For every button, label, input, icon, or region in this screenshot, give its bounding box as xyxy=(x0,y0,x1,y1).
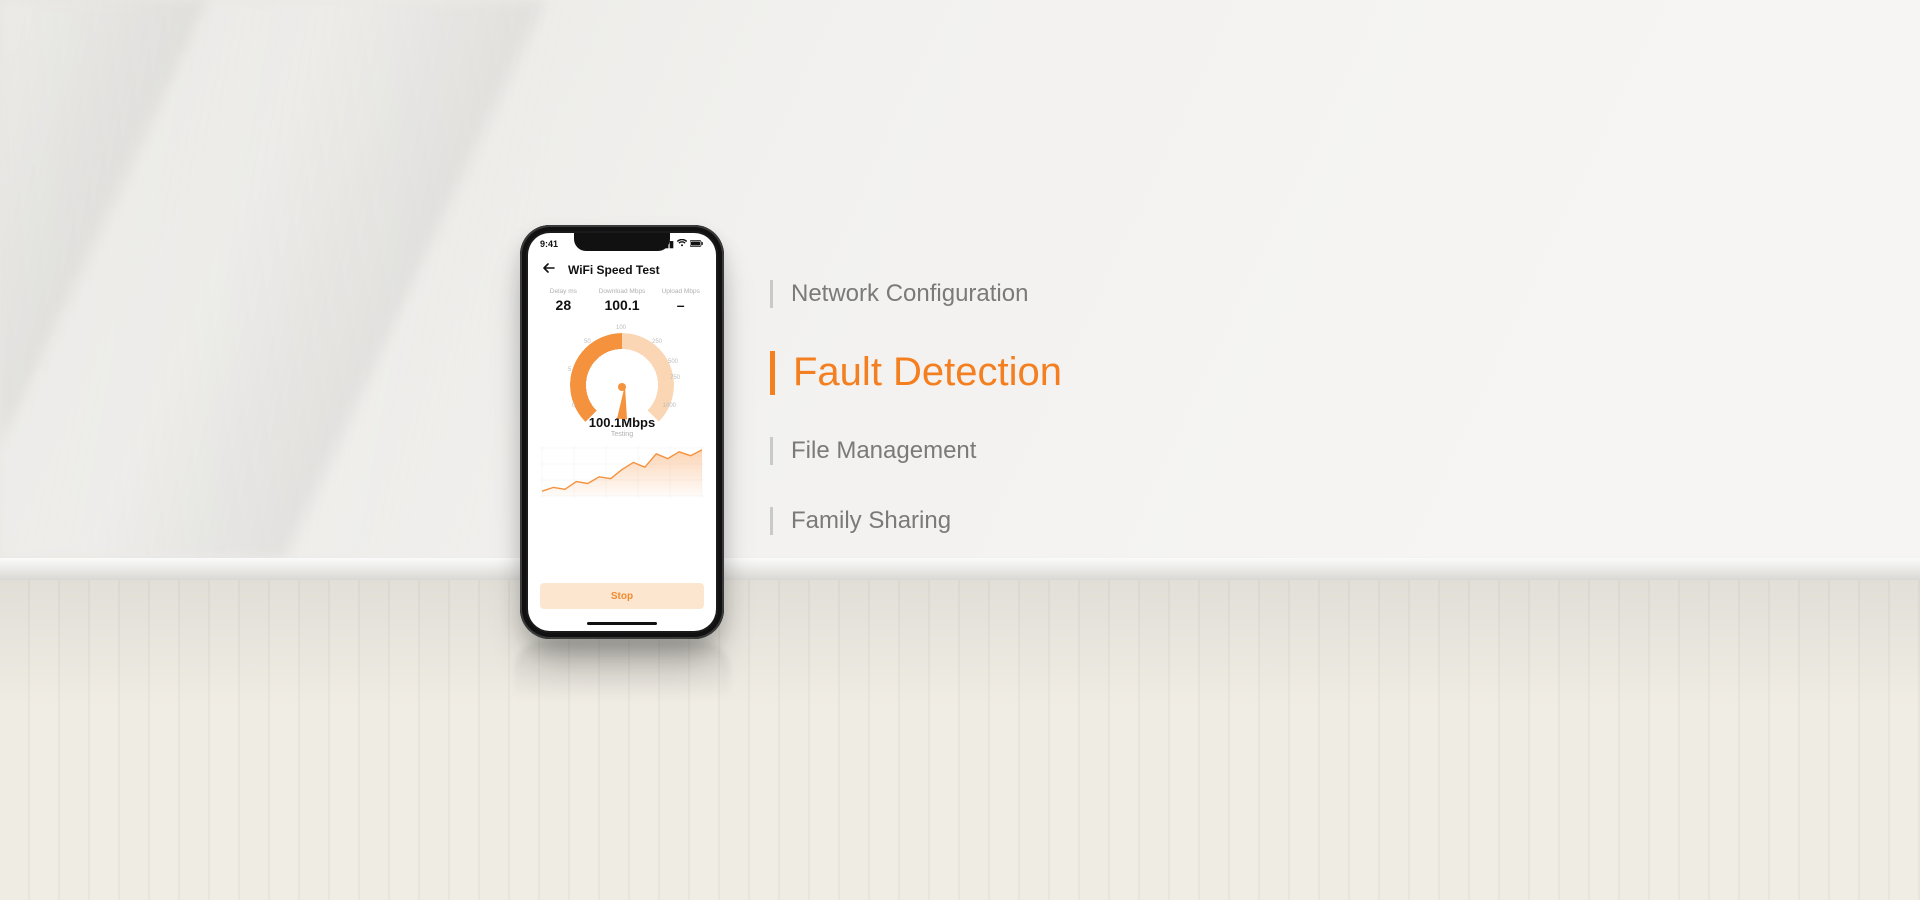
phone-notch xyxy=(574,233,670,251)
speed-gauge: 0 5 50 100 250 500 750 1000 xyxy=(562,325,682,413)
feature-label: Network Configuration xyxy=(791,280,1028,308)
metric-delay-label: Delay ms xyxy=(534,288,593,295)
feature-label: Fault Detection xyxy=(793,350,1062,395)
metrics-row: Delay ms 28 Download Mbps 100.1 Upload M… xyxy=(528,288,716,317)
gauge-center-dot xyxy=(618,383,626,391)
metric-upload-label: Upload Mbps xyxy=(651,288,710,295)
phone-mockup: 9:41 ▮▮▮▮ WiFi Speed Test Delay ms 28 xyxy=(520,225,724,639)
metric-upload: Upload Mbps – xyxy=(651,288,710,313)
metric-download-value: 100.1 xyxy=(593,297,652,313)
phone-screen: 9:41 ▮▮▮▮ WiFi Speed Test Delay ms 28 xyxy=(528,233,716,631)
wifi-icon xyxy=(677,239,687,249)
gauge-tick-0: 0 xyxy=(572,403,575,409)
stop-button-label: Stop xyxy=(611,591,633,602)
metric-delay-value: 28 xyxy=(534,297,593,313)
feature-bar-icon xyxy=(770,437,773,465)
gauge-tick-250: 250 xyxy=(652,339,662,345)
metric-download: Download Mbps 100.1 xyxy=(593,288,652,313)
status-time: 9:41 xyxy=(540,239,558,249)
speed-sparkline xyxy=(540,446,704,498)
app-title: WiFi Speed Test xyxy=(568,263,660,277)
feature-item-2[interactable]: File Management xyxy=(770,437,1062,465)
gauge-tick-750: 750 xyxy=(670,375,680,381)
battery-icon xyxy=(690,240,704,249)
gauge-tick-500: 500 xyxy=(668,359,678,365)
feature-item-1[interactable]: Fault Detection xyxy=(770,350,1062,395)
feature-bar-icon xyxy=(770,280,773,308)
baseboard xyxy=(0,558,1920,580)
gauge-tick-1000: 1000 xyxy=(663,403,676,409)
feature-label: File Management xyxy=(791,437,976,465)
gauge-tick-50: 50 xyxy=(584,339,591,345)
home-indicator xyxy=(587,622,657,625)
metric-upload-value: – xyxy=(651,297,710,313)
feature-label: Family Sharing xyxy=(791,507,951,535)
back-arrow-icon[interactable] xyxy=(542,261,556,278)
app-header: WiFi Speed Test xyxy=(528,255,716,288)
gauge-tick-5: 5 xyxy=(568,367,571,373)
feature-bar-icon xyxy=(770,507,773,535)
stop-button[interactable]: Stop xyxy=(540,583,704,609)
phone-shadow xyxy=(514,641,730,701)
floor xyxy=(0,580,1920,900)
metric-download-label: Download Mbps xyxy=(593,288,652,295)
feature-bar-icon xyxy=(770,351,775,395)
feature-list: Network Configuration Fault Detection File… xyxy=(770,280,1062,535)
metric-delay: Delay ms 28 xyxy=(534,288,593,313)
feature-item-3[interactable]: Family Sharing xyxy=(770,507,1062,535)
gauge-tick-100: 100 xyxy=(616,325,626,331)
feature-item-0[interactable]: Network Configuration xyxy=(770,280,1062,308)
